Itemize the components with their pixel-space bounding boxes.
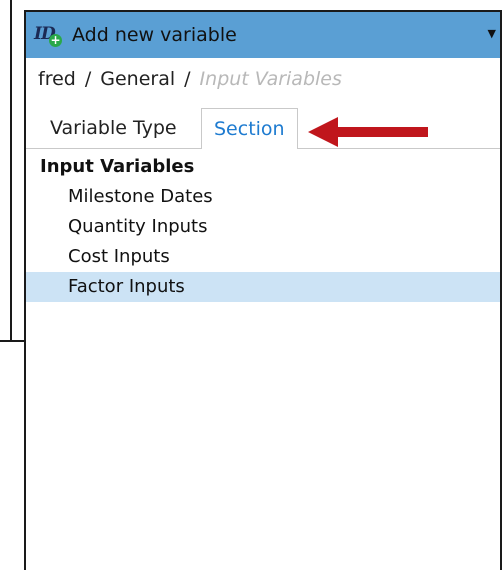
add-variable-panel: ID + Add new variable ▼ fred / General / Inp… xyxy=(24,10,502,570)
plus-badge-icon: + xyxy=(49,33,62,47)
background-window-edge xyxy=(0,340,26,342)
tree-item-quantity-inputs[interactable]: Quantity Inputs xyxy=(26,212,500,242)
tab-variable-type[interactable]: Variable Type xyxy=(38,108,189,148)
tree-item-milestone-dates[interactable]: Milestone Dates xyxy=(26,182,500,212)
window-title: Add new variable xyxy=(72,24,237,46)
screenshot-stage: ID + Add new variable ▼ fred / General / Inp… xyxy=(0,0,504,570)
id-add-icon: ID + xyxy=(34,24,62,47)
arrow-head xyxy=(308,117,338,147)
section-tree: Input Variables Milestone Dates Quantity… xyxy=(26,152,500,302)
breadcrumb-separator: / xyxy=(184,68,191,90)
breadcrumb: fred / General / Input Variables xyxy=(38,68,342,90)
chevron-down-icon[interactable]: ▼ xyxy=(488,27,496,40)
tree-item-factor-inputs[interactable]: Factor Inputs xyxy=(26,272,500,302)
breadcrumb-current: Input Variables xyxy=(199,68,342,90)
tree-root-input-variables[interactable]: Input Variables xyxy=(26,152,500,182)
background-window-edge xyxy=(10,0,12,342)
breadcrumb-item-general[interactable]: General xyxy=(100,68,175,90)
breadcrumb-item-fred[interactable]: fred xyxy=(38,68,76,90)
arrow-shaft xyxy=(336,127,428,137)
red-arrow-annotation xyxy=(308,117,428,147)
title-bar[interactable]: ID + Add new variable ▼ xyxy=(26,12,500,58)
tab-section[interactable]: Section xyxy=(201,108,298,149)
tree-item-cost-inputs[interactable]: Cost Inputs xyxy=(26,242,500,272)
breadcrumb-separator: / xyxy=(84,68,92,90)
